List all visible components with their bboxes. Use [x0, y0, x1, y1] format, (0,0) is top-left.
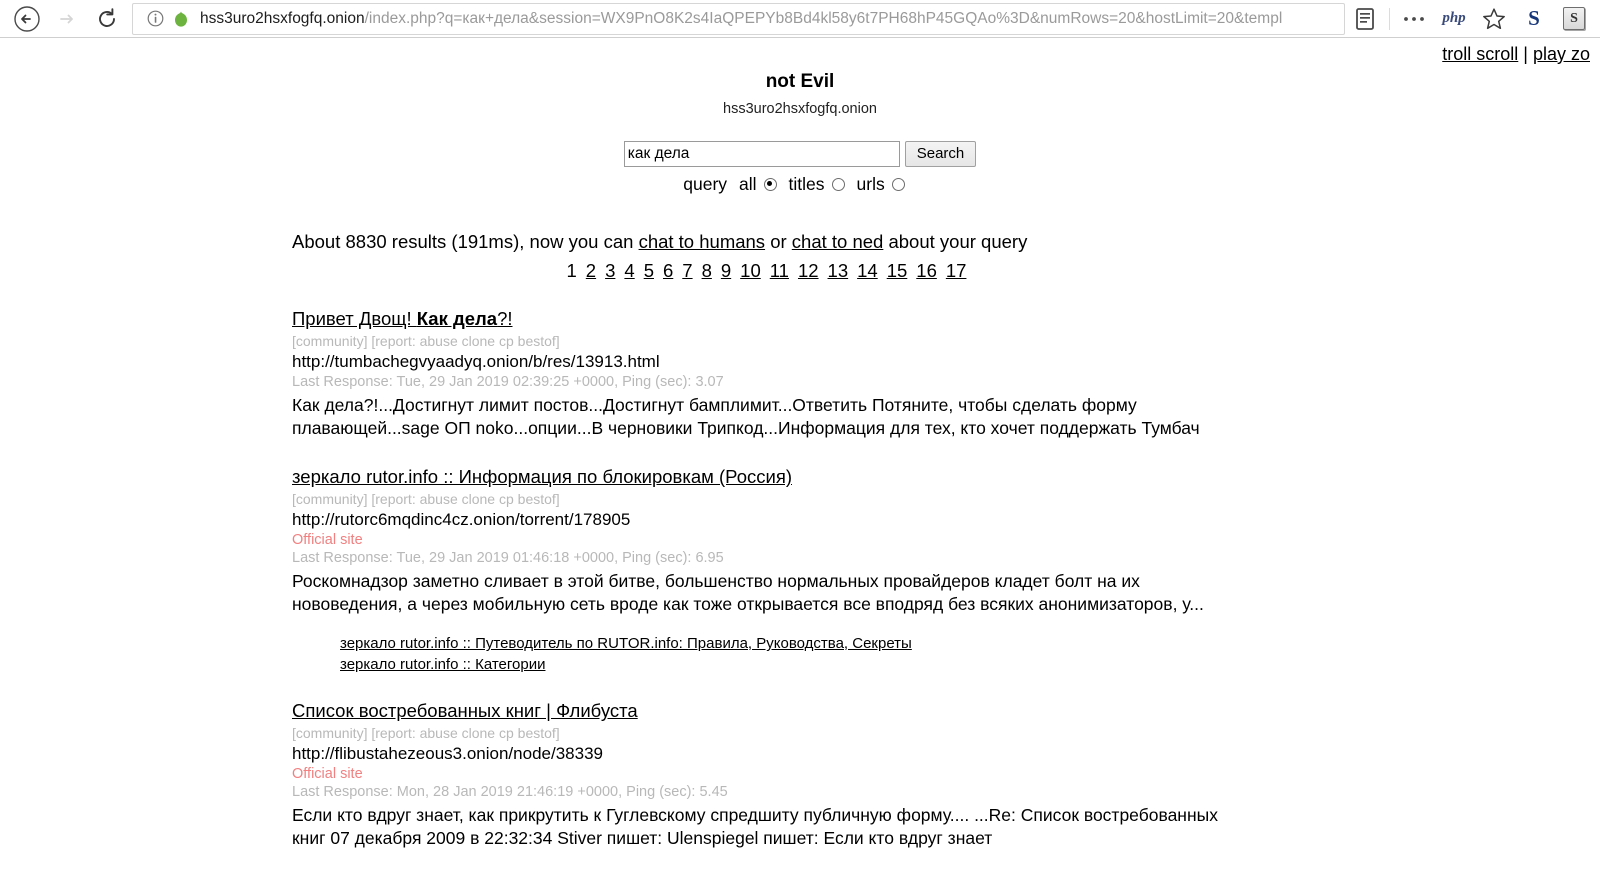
reload-button[interactable]: [88, 2, 126, 36]
page-title: not Evil: [765, 71, 835, 92]
result-title-highlight: Как дела: [416, 307, 498, 329]
forward-button[interactable]: [48, 2, 86, 36]
back-button[interactable]: [8, 2, 46, 36]
result-title-link[interactable]: Привет Двощ! Как дела?!: [292, 308, 513, 329]
search-result: Список востребованных книг | Флибуста [c…: [292, 700, 1600, 850]
search-button[interactable]: Search: [904, 140, 977, 167]
result-url: http://rutorc6mqdinc4cz.onion/torrent/17…: [292, 510, 631, 530]
toolbar-divider: [1389, 7, 1390, 30]
extension-sbox-label: S: [1563, 7, 1585, 30]
page-link[interactable]: 15: [887, 260, 908, 281]
toolbar-buttons: php S S: [1345, 1, 1600, 36]
more-options-icon[interactable]: [1394, 2, 1434, 36]
reader-view-icon[interactable]: [1345, 2, 1385, 36]
result-sublinks: зеркало rutor.info :: Путеводитель по RU…: [340, 634, 1600, 674]
result-url: http://tumbachegvyaadyq.onion/b/res/1391…: [292, 351, 660, 371]
summary-middle: or: [765, 230, 792, 252]
result-title-link[interactable]: зеркало rutor.info :: Информация по блок…: [292, 466, 792, 487]
pagination: 1 2 3 4 5 6 7 8 9 10 11 12 13 14 15 16 17: [562, 260, 1600, 282]
scope-option-all[interactable]: all: [739, 174, 777, 195]
php-extension-label: php: [1442, 10, 1466, 26]
result-meta: Last Response: Mon, 28 Jan 2019 21:46:19…: [292, 784, 728, 801]
bookmark-star-icon[interactable]: [1474, 2, 1514, 36]
search-result: зеркало rutor.info :: Информация по блок…: [292, 466, 1600, 674]
page-link[interactable]: 9: [721, 260, 731, 281]
scope-label-all: all: [739, 173, 757, 194]
browser-toolbar: hss3uro2hsxfogfq.onion/index.php?q=как+д…: [0, 0, 1600, 38]
page-info-icon[interactable]: [147, 10, 164, 27]
result-snippet: Как дела?!...Достигнут лимит постов...До…: [292, 394, 1200, 438]
search-result: Привет Двощ! Как дела?! [community] [rep…: [292, 308, 1600, 440]
page-link[interactable]: 7: [682, 260, 692, 281]
page-content: troll scroll | play zo not Evil hss3uro2…: [0, 38, 1600, 869]
scope-label-titles: titles: [788, 173, 825, 194]
page-current: 1: [566, 259, 577, 281]
radio-all[interactable]: [763, 177, 777, 191]
scope-option-titles[interactable]: titles: [789, 174, 845, 195]
page-link[interactable]: 8: [702, 260, 712, 281]
page-link[interactable]: 10: [740, 260, 761, 281]
summary-suffix: about your query: [883, 230, 1028, 252]
page-link[interactable]: 13: [828, 260, 849, 281]
site-subtitle: hss3uro2hsxfogfq.onion: [723, 100, 877, 117]
chat-to-humans-link[interactable]: chat to humans: [639, 231, 766, 252]
result-url: http://flibustahezeous3.onion/node/38339: [292, 744, 603, 764]
result-snippet: Роскомнадзор заметно сливает в этой битв…: [292, 571, 1204, 615]
top-links-separator: |: [1518, 44, 1533, 64]
address-bar-host: hss3uro2hsxfogfq.onion: [200, 9, 365, 27]
address-bar-url: hss3uro2hsxfogfq.onion/index.php?q=как+д…: [200, 10, 1282, 28]
address-bar[interactable]: hss3uro2hsxfogfq.onion/index.php?q=как+д…: [132, 2, 1345, 35]
result-title-tail: ?!: [497, 307, 513, 329]
extension-sbox-icon[interactable]: S: [1554, 2, 1594, 36]
results-summary: About 8830 results (191ms), now you can …: [292, 231, 1600, 253]
radio-titles[interactable]: [831, 177, 845, 191]
page-link[interactable]: 6: [663, 260, 673, 281]
extension-s-icon[interactable]: S: [1514, 2, 1554, 36]
troll-scroll-link[interactable]: troll scroll: [1442, 44, 1518, 64]
address-bar-path: /index.php?q=как+дела&session=WX9PnO8K2s…: [364, 9, 1283, 27]
summary-prefix: About 8830 results (191ms), now you can: [292, 230, 639, 252]
query-label: query: [683, 173, 728, 194]
extension-s-label: S: [1528, 6, 1540, 30]
page-link[interactable]: 5: [644, 260, 654, 281]
page-link[interactable]: 16: [916, 260, 937, 281]
play-zone-link[interactable]: play zo: [1533, 44, 1590, 64]
result-title-link[interactable]: Список востребованных книг | Флибуста: [292, 700, 638, 721]
page-link[interactable]: 2: [586, 260, 596, 281]
result-meta: Last Response: Tue, 29 Jan 2019 01:46:18…: [292, 550, 724, 567]
result-tags[interactable]: [community] [report: abuse clone cp best…: [292, 491, 1600, 507]
result-sublink[interactable]: зеркало rutor.info :: Категории: [340, 655, 1600, 675]
radio-urls[interactable]: [891, 177, 905, 191]
result-tags[interactable]: [community] [report: abuse clone cp best…: [292, 333, 1600, 349]
search-input[interactable]: [623, 140, 900, 167]
result-snippet: Если кто вдруг знает, как прикрутить к Г…: [292, 805, 1218, 849]
result-official-badge: Official site: [292, 532, 363, 549]
chat-to-ned-link[interactable]: chat to ned: [792, 231, 884, 252]
results-container: About 8830 results (191ms), now you can …: [0, 231, 1600, 851]
page-link[interactable]: 14: [857, 260, 878, 281]
search-scope-options: query all titles urls: [0, 174, 1600, 195]
result-official-badge: Official site: [292, 766, 363, 783]
result-meta: Last Response: Tue, 29 Jan 2019 02:39:25…: [292, 373, 724, 390]
site-header: not Evil hss3uro2hsxfogfq.onion: [0, 38, 1600, 117]
page-link[interactable]: 11: [770, 260, 789, 281]
result-tags[interactable]: [community] [report: abuse clone cp best…: [292, 725, 1600, 741]
page-link[interactable]: 12: [798, 260, 819, 281]
page-link[interactable]: 17: [946, 260, 967, 281]
search-row: Search: [0, 140, 1600, 167]
navigation-buttons: [0, 2, 126, 36]
result-title-plain: Привет Двощ!: [292, 307, 417, 329]
scope-option-urls[interactable]: urls: [857, 174, 905, 195]
search-area: Search query all titles urls: [0, 140, 1600, 195]
scope-label-urls: urls: [856, 173, 885, 194]
php-extension-icon[interactable]: php: [1434, 2, 1474, 36]
onion-icon: [174, 10, 188, 28]
top-right-links: troll scroll | play zo: [1442, 44, 1590, 65]
result-sublink[interactable]: зеркало rutor.info :: Путеводитель по RU…: [340, 634, 1600, 654]
page-link[interactable]: 4: [624, 260, 634, 281]
page-link[interactable]: 3: [605, 260, 615, 281]
